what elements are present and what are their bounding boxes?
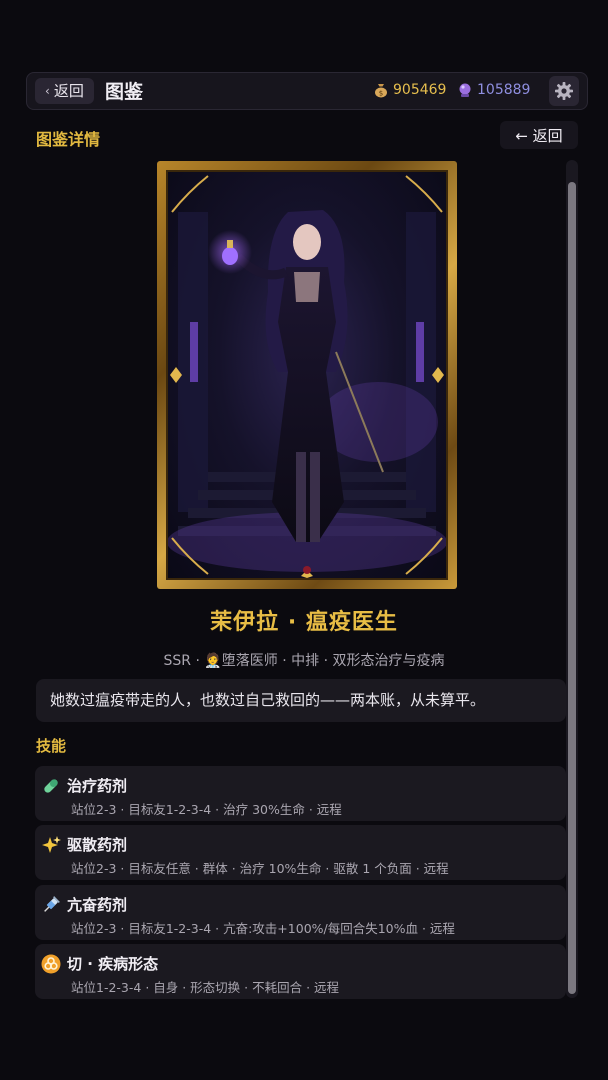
skill-desc: 站位1-2-3-4 · 自身 · 形态切换 · 不耗回合 · 远程 bbox=[71, 980, 340, 995]
page-title: 图鉴 bbox=[105, 81, 144, 103]
scrollbar-thumb[interactable] bbox=[568, 182, 576, 994]
gold-amount: 905469 bbox=[393, 82, 447, 98]
back-button[interactable]: ‹ 返回 bbox=[35, 78, 94, 104]
svg-text:$: $ bbox=[379, 90, 383, 98]
crystal-ball-icon bbox=[459, 83, 471, 97]
sparkles-icon bbox=[42, 836, 61, 853]
back-button-label: 返回 bbox=[53, 82, 84, 100]
skill-name: 亢奋药剂 bbox=[67, 896, 128, 914]
character-tags: SSR · 🧑‍⚕️堕落医师 · 中排 · 双形态治疗与疫病 bbox=[163, 653, 445, 669]
green-pill-icon bbox=[44, 779, 58, 793]
settings-button[interactable] bbox=[549, 76, 579, 106]
skill-desc: 站位2-3 · 目标友1-2-3-4 · 亢奋:攻击+100%/每回合失10%血… bbox=[71, 921, 455, 936]
character-card-frame bbox=[157, 161, 457, 589]
gold-currency: $ 905469 bbox=[373, 82, 446, 98]
syringe-icon bbox=[44, 896, 60, 912]
gem-currency: 105889 bbox=[457, 82, 530, 98]
biohazard-icon bbox=[41, 954, 61, 974]
detail-back-button[interactable]: ← 返回 bbox=[500, 121, 578, 149]
skill-name: 驱散药剂 bbox=[67, 836, 128, 854]
chevron-left-icon: ‹ bbox=[45, 84, 50, 98]
money-bag-icon: $ bbox=[375, 84, 387, 98]
skill-card-dispel-potion[interactable]: 驱散药剂 站位2-3 · 目标友任意 · 群体 · 治疗 10%生命 · 驱散 … bbox=[35, 825, 566, 880]
character-quote: 她数过瘟疫带走的人，也数过自己救回的——两本账，从未算平。 bbox=[36, 679, 566, 722]
skill-name: 切 · 疾病形态 bbox=[67, 955, 159, 973]
gem-amount: 105889 bbox=[477, 82, 531, 98]
frame-ornaments bbox=[170, 175, 444, 578]
character-portrait bbox=[166, 170, 448, 580]
top-bar: ‹ 返回 图鉴 $ 905469 105889 bbox=[26, 72, 588, 110]
skill-desc: 站位2-3 · 目标友任意 · 群体 · 治疗 10%生命 · 驱散 1 个负面… bbox=[71, 861, 449, 876]
skill-card-disease-form[interactable]: 切 · 疾病形态 站位1-2-3-4 · 自身 · 形态切换 · 不耗回合 · … bbox=[35, 944, 566, 999]
skill-card-heal-potion[interactable]: 治疗药剂 站位2-3 · 目标友1-2-3-4 · 治疗 30%生命 · 远程 bbox=[35, 766, 566, 821]
skill-desc: 站位2-3 · 目标友1-2-3-4 · 治疗 30%生命 · 远程 bbox=[71, 802, 342, 817]
detail-section-title: 图鉴详情 bbox=[36, 130, 101, 149]
skills-title: 技能 bbox=[36, 737, 67, 755]
gear-icon bbox=[555, 82, 573, 100]
skill-name: 治疗药剂 bbox=[67, 777, 128, 795]
character-name: 茉伊拉 · 瘟疫医生 bbox=[210, 610, 398, 635]
skill-card-frenzy-potion[interactable]: 亢奋药剂 站位2-3 · 目标友1-2-3-4 · 亢奋:攻击+100%/每回合… bbox=[35, 885, 566, 940]
